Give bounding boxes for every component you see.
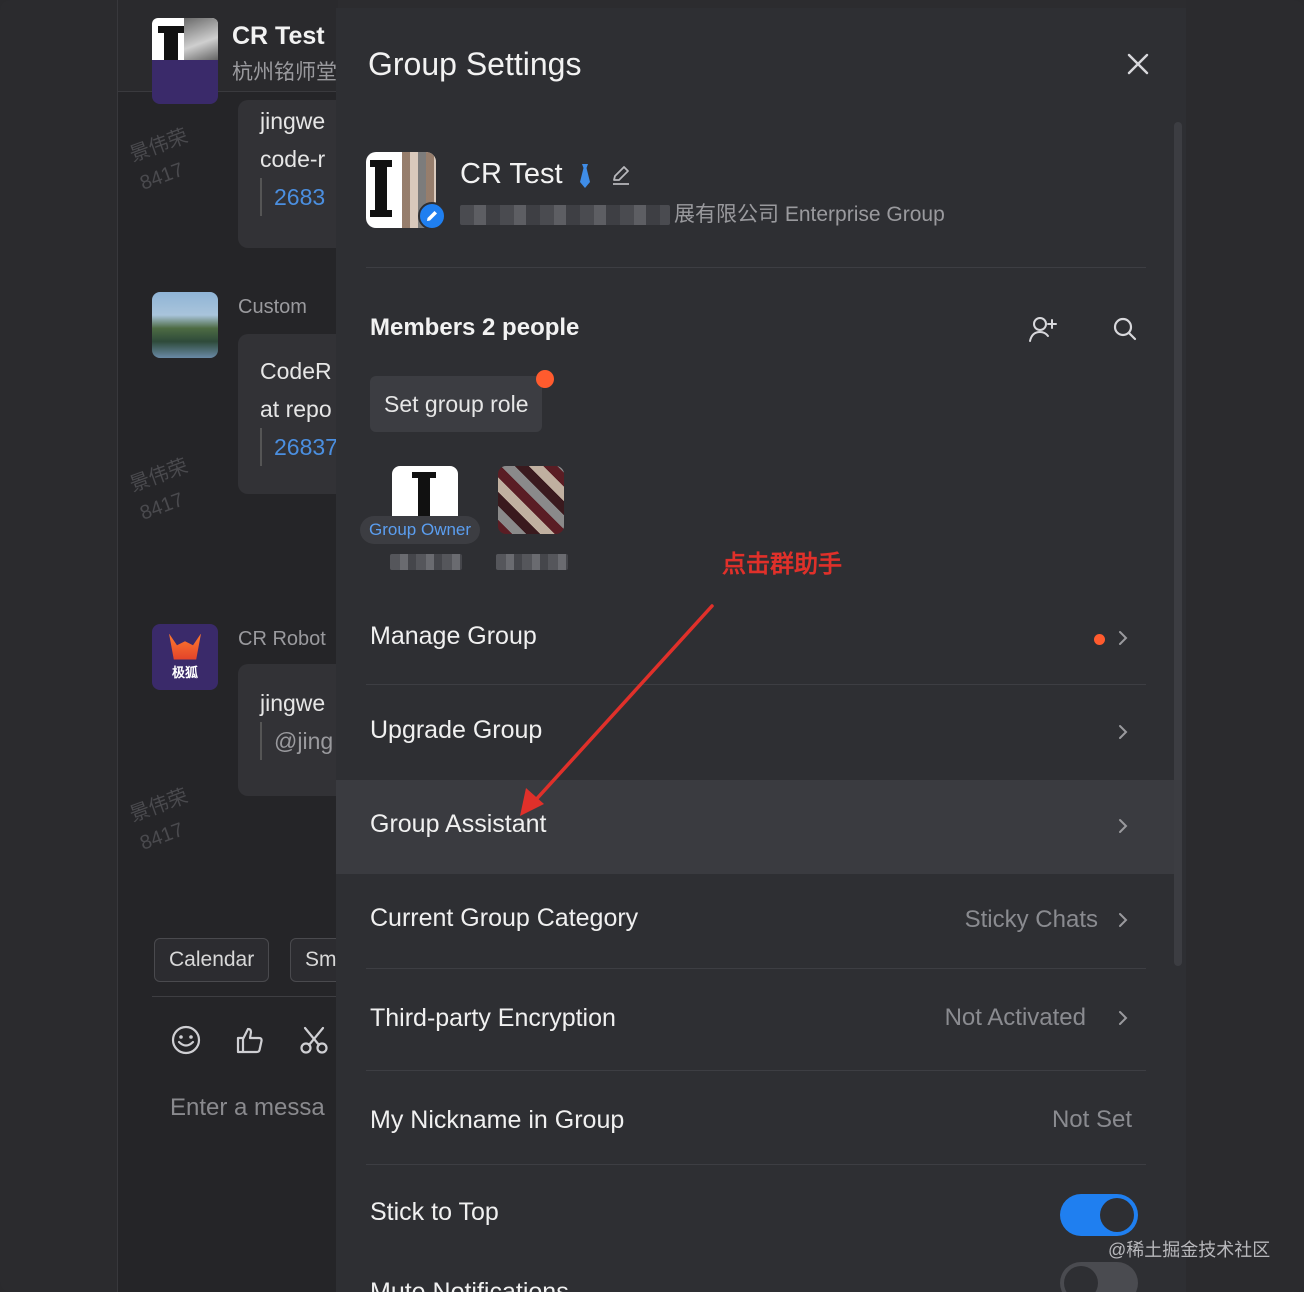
gitlab-avatar[interactable]: 极狐	[152, 624, 218, 690]
site-watermark: @稀土掘金技术社区	[1108, 1240, 1271, 1260]
divider	[366, 684, 1146, 685]
message-link[interactable]: 26837	[260, 428, 338, 466]
notification-dot	[1094, 634, 1105, 645]
chat-header: CR Test 杭州铭师堂	[118, 0, 338, 92]
row-label: Mute Notifications	[370, 1278, 569, 1292]
row-group-assistant[interactable]: Group Assistant	[336, 780, 1174, 874]
row-value: Not Activated	[944, 1004, 1086, 1031]
row-manage-group[interactable]: Manage Group	[336, 592, 1174, 686]
shortcut-chip[interactable]: Sm	[290, 938, 338, 982]
app-window: CR Test 杭州铭师堂 景伟荣 8417 景伟荣 8417 景伟荣 8417 ji…	[0, 0, 1304, 1292]
panel-title: Group Settings	[368, 46, 582, 82]
row-label: Third-party Encryption	[370, 1004, 616, 1032]
watermark: 景伟荣 8417	[126, 785, 191, 855]
group-owner-badge: Group Owner	[360, 516, 481, 544]
message-link[interactable]: 2683	[260, 178, 338, 216]
left-sidebar	[0, 0, 118, 1292]
chevron-right-icon	[1119, 819, 1128, 833]
row-label: Manage Group	[370, 622, 537, 650]
rename-icon[interactable]	[610, 164, 632, 186]
edit-avatar-button[interactable]	[418, 202, 446, 230]
blurred-text	[460, 205, 670, 226]
mute-notifications-toggle[interactable]	[1060, 1262, 1138, 1292]
member-name	[496, 554, 568, 570]
divider	[366, 1164, 1146, 1165]
sender-avatar[interactable]	[152, 292, 218, 358]
chat-title: CR Test	[232, 22, 325, 50]
tie-icon	[580, 164, 590, 188]
calendar-chip[interactable]: Calendar	[154, 938, 270, 982]
row-label: Stick to Top	[370, 1198, 499, 1226]
chevron-right-icon	[1119, 725, 1128, 739]
message-input[interactable]: Enter a messa	[170, 1094, 325, 1122]
chevron-right-icon	[1119, 1011, 1128, 1025]
gitlab-avatar-top	[152, 60, 218, 104]
member-avatar[interactable]	[498, 466, 564, 534]
search-icon[interactable]	[1112, 316, 1138, 342]
message-line: jingwe	[260, 108, 326, 134]
set-group-role-button[interactable]: Set group role	[370, 376, 543, 432]
message-line: at repo	[260, 396, 332, 422]
watermark: 景伟荣 8417	[126, 455, 191, 525]
message-bubble[interactable]: CodeR at repo 26837	[238, 334, 338, 494]
group-settings-panel: Group Settings CR Test 展有限公司 Enterprise …	[336, 8, 1186, 1292]
message-line: jingwe	[260, 690, 326, 716]
row-label: Upgrade Group	[370, 716, 543, 744]
fox-icon	[169, 633, 201, 660]
row-upgrade-group[interactable]: Upgrade Group	[336, 686, 1174, 780]
row-group-category[interactable]: Current Group Category Sticky Chats	[336, 874, 1174, 968]
group-name: CR Test	[460, 158, 563, 190]
row-encryption[interactable]: Third-party Encryption Not Activated	[336, 970, 1174, 1070]
row-label: Current Group Category	[370, 904, 639, 932]
row-label: My Nickname in Group	[370, 1106, 625, 1134]
row-value: Sticky Chats	[964, 906, 1098, 933]
composer-divider	[152, 996, 338, 997]
right-backdrop	[1186, 0, 1304, 1292]
add-member-icon[interactable]	[1028, 314, 1058, 344]
row-value: Not Set	[1051, 1106, 1132, 1133]
sender-name: CR Robot	[238, 628, 326, 650]
message-bubble[interactable]: jingwe code-r 2683	[238, 100, 338, 248]
watermark: 景伟荣 8417	[126, 125, 191, 195]
message-line: code-r	[260, 146, 326, 172]
scissors-icon[interactable]	[298, 1024, 330, 1056]
chat-subtitle: 杭州铭师堂	[232, 61, 337, 84]
group-company: 展有限公司 Enterprise Group	[460, 198, 945, 228]
thumbs-up-icon[interactable]	[234, 1024, 266, 1056]
group-type: Enterprise Group	[784, 203, 945, 226]
divider	[366, 267, 1146, 268]
chat-pane: CR Test 杭州铭师堂 景伟荣 8417 景伟荣 8417 景伟荣 8417 ji…	[118, 0, 338, 1292]
message-mention: @jing	[260, 722, 338, 760]
stick-to-top-toggle[interactable]	[1060, 1194, 1138, 1236]
pencil-icon	[427, 211, 437, 221]
divider	[366, 968, 1146, 969]
message-line: CodeR	[260, 358, 332, 384]
emoji-icon[interactable]	[170, 1024, 202, 1056]
row-mute-notifications: Mute Notifications	[336, 1248, 1174, 1292]
divider	[366, 1070, 1146, 1071]
annotation-text: 点击群助手	[722, 551, 842, 578]
scrollbar[interactable]	[1174, 122, 1182, 966]
notification-dot	[536, 370, 554, 388]
members-title: Members 2 people	[370, 314, 580, 341]
message-bubble[interactable]: jingwe @jing	[238, 664, 338, 796]
member-name	[390, 554, 462, 570]
chevron-right-icon	[1119, 913, 1128, 927]
row-label: Group Assistant	[370, 810, 547, 838]
sender-name: Custom	[238, 296, 307, 318]
chevron-right-icon	[1119, 631, 1128, 645]
fox-label: 极狐	[171, 664, 198, 680]
row-nickname[interactable]: My Nickname in Group Not Set	[336, 1072, 1174, 1166]
close-icon[interactable]	[1122, 48, 1154, 80]
